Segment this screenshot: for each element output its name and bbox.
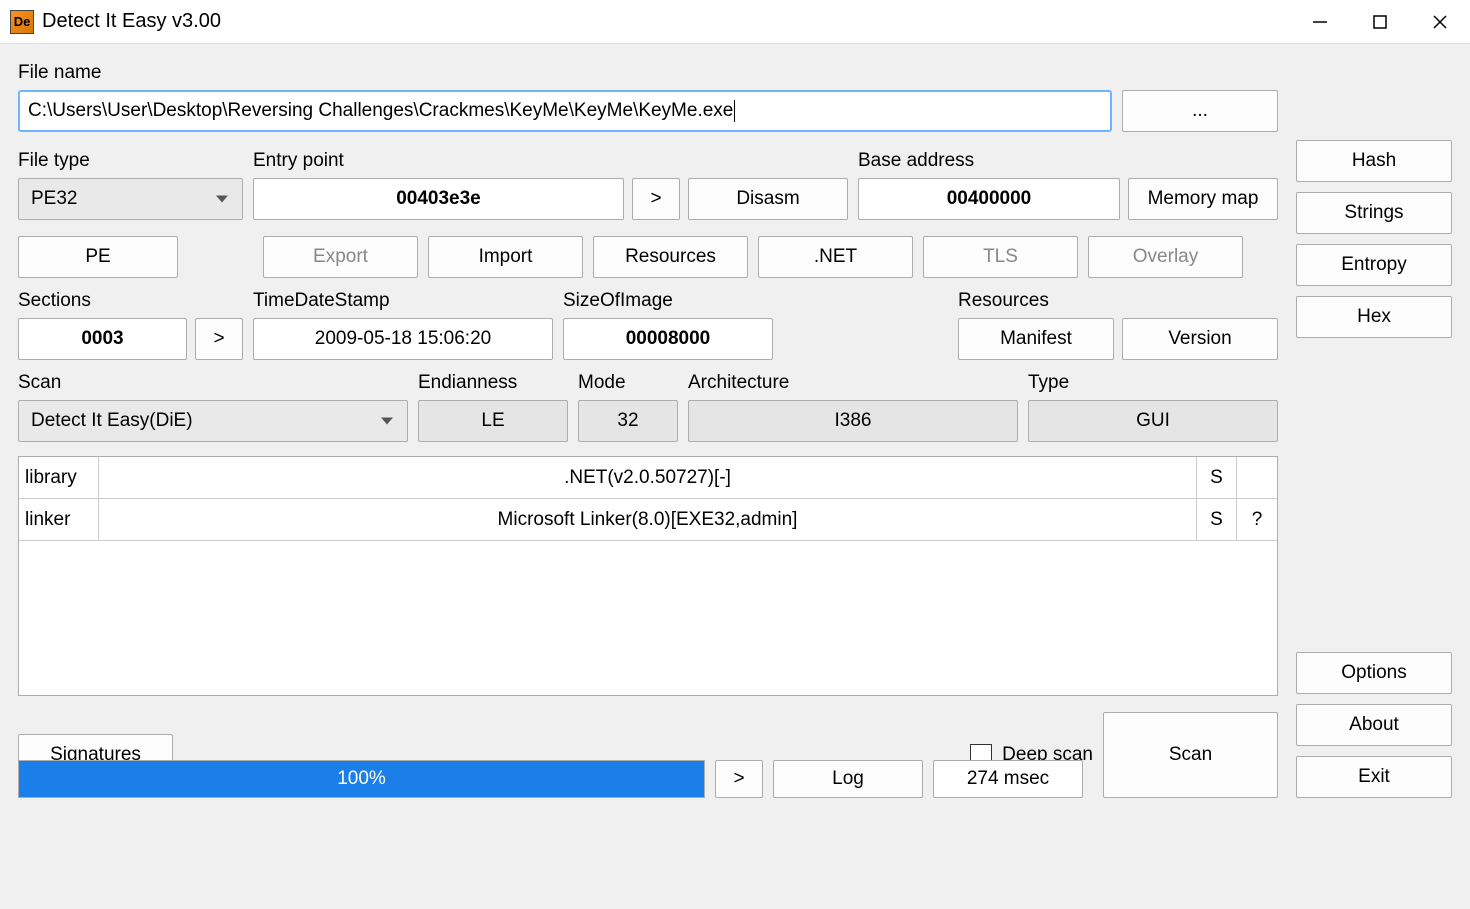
exit-button[interactable]: Exit (1296, 756, 1452, 798)
titlebar: Detect It Easy v3.00 (0, 0, 1470, 44)
about-button[interactable]: About (1296, 704, 1452, 746)
progress-more-button[interactable]: > (715, 760, 763, 798)
mode-value: 32 (578, 400, 678, 442)
tls-button[interactable]: TLS (923, 236, 1078, 278)
chevron-down-icon (381, 418, 393, 425)
memorymap-button[interactable]: Memory map (1128, 178, 1278, 220)
entrypoint-label: Entry point (253, 150, 848, 172)
strings-button[interactable]: Strings (1296, 192, 1452, 234)
close-button[interactable] (1410, 0, 1470, 44)
result-category: linker (19, 499, 99, 540)
dotnet-button[interactable]: .NET (758, 236, 913, 278)
scan-engine-select[interactable]: Detect It Easy(DiE) (18, 400, 408, 442)
hash-button[interactable]: Hash (1296, 140, 1452, 182)
entrypoint-field[interactable]: 00403e3e (253, 178, 624, 220)
window-title: Detect It Easy v3.00 (42, 10, 1290, 33)
disasm-button[interactable]: Disasm (688, 178, 848, 220)
filename-label: File name (18, 62, 1278, 84)
architecture-value: I386 (688, 400, 1018, 442)
table-row[interactable]: library .NET(v2.0.50727)[-] S (19, 457, 1277, 499)
mode-label: Mode (578, 372, 678, 394)
result-s[interactable]: S (1197, 499, 1237, 540)
filetype-select[interactable]: PE32 (18, 178, 243, 220)
hex-button[interactable]: Hex (1296, 296, 1452, 338)
progress-text: 100% (337, 768, 386, 790)
sections-label: Sections (18, 290, 243, 312)
architecture-label: Architecture (688, 372, 1018, 394)
sizeofimage-label: SizeOfImage (563, 290, 773, 312)
endianness-label: Endianness (418, 372, 568, 394)
import-button[interactable]: Import (428, 236, 583, 278)
entrypoint-more-button[interactable]: > (632, 178, 680, 220)
export-button[interactable]: Export (263, 236, 418, 278)
overlay-button[interactable]: Overlay (1088, 236, 1243, 278)
filename-input[interactable]: C:\Users\User\Desktop\Reversing Challeng… (18, 90, 1112, 132)
sections-field[interactable]: 0003 (18, 318, 187, 360)
result-name: .NET(v2.0.50727)[-] (99, 457, 1197, 498)
result-q[interactable] (1237, 457, 1277, 498)
log-button[interactable]: Log (773, 760, 923, 798)
type-label: Type (1028, 372, 1278, 394)
result-name: Microsoft Linker(8.0)[EXE32,admin] (99, 499, 1197, 540)
resources-button[interactable]: Resources (593, 236, 748, 278)
timedatestamp-field[interactable]: 2009-05-18 15:06:20 (253, 318, 553, 360)
sections-more-button[interactable]: > (195, 318, 243, 360)
version-button[interactable]: Version (1122, 318, 1278, 360)
app-logo-icon (10, 10, 34, 34)
options-button[interactable]: Options (1296, 652, 1452, 694)
filetype-label: File type (18, 150, 243, 172)
entropy-button[interactable]: Entropy (1296, 244, 1452, 286)
browse-button[interactable]: ... (1122, 90, 1278, 132)
type-value: GUI (1028, 400, 1278, 442)
minimize-button[interactable] (1290, 0, 1350, 44)
resources-label: Resources (958, 290, 1278, 312)
scan-engine-value: Detect It Easy(DiE) (31, 410, 193, 432)
baseaddress-field[interactable]: 00400000 (858, 178, 1120, 220)
elapsed-field: 274 msec (933, 760, 1083, 798)
result-category: library (19, 457, 99, 498)
table-row[interactable]: linker Microsoft Linker(8.0)[EXE32,admin… (19, 499, 1277, 541)
result-s[interactable]: S (1197, 457, 1237, 498)
pe-button[interactable]: PE (18, 236, 178, 278)
manifest-button[interactable]: Manifest (958, 318, 1114, 360)
chevron-down-icon (216, 196, 228, 203)
filename-value: C:\Users\User\Desktop\Reversing Challeng… (28, 100, 733, 122)
filetype-value: PE32 (31, 188, 77, 210)
scan-button[interactable]: Scan (1103, 712, 1278, 798)
scan-label: Scan (18, 372, 408, 394)
maximize-button[interactable] (1350, 0, 1410, 44)
endianness-value: LE (418, 400, 568, 442)
sizeofimage-field[interactable]: 00008000 (563, 318, 773, 360)
progress-bar: 100% (18, 760, 705, 798)
baseaddress-label: Base address (858, 150, 1278, 172)
scan-results-table[interactable]: library .NET(v2.0.50727)[-] S linker Mic… (18, 456, 1278, 696)
timedatestamp-label: TimeDateStamp (253, 290, 553, 312)
result-q[interactable]: ? (1237, 499, 1277, 540)
